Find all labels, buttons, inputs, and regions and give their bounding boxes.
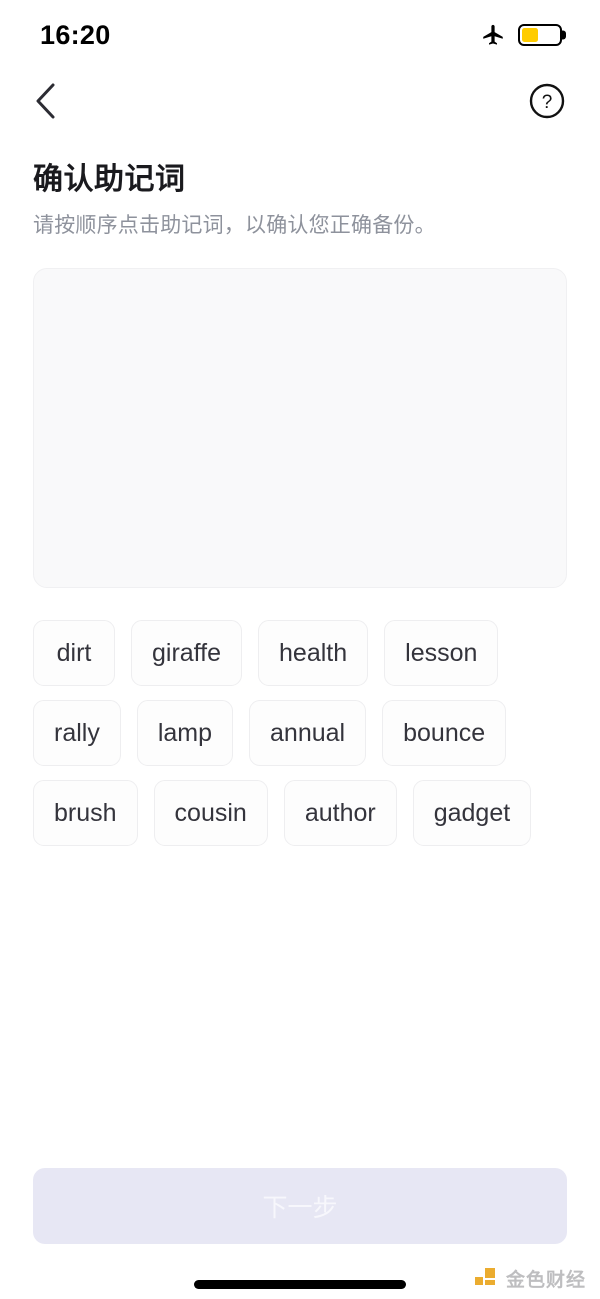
word-bank: dirt giraffe health lesson rally lamp annual bo… <box>33 620 567 847</box>
back-button[interactable] <box>33 79 77 123</box>
page-subtitle: 请按顺序点击助记词，以确认您正确备份。 <box>33 214 436 237</box>
selected-words-panel[interactable] <box>33 268 567 589</box>
status-time: 16:20 <box>40 19 111 50</box>
battery-icon <box>518 24 566 46</box>
header-block: 确认助记词 请按顺序点击助记词，以确认您正确备份。 <box>0 132 600 240</box>
chevron-left-icon <box>36 83 55 119</box>
word-chip[interactable]: brush <box>33 780 138 847</box>
airplane-mode-icon <box>483 24 503 45</box>
word-chip[interactable]: gadget <box>412 780 532 847</box>
word-chip[interactable]: lesson <box>384 620 499 687</box>
help-button[interactable]: ? <box>527 81 567 121</box>
next-button[interactable]: 下一步 <box>33 1168 567 1244</box>
word-chip[interactable]: health <box>258 620 369 687</box>
svg-text:?: ? <box>542 92 553 113</box>
battery-nub <box>562 30 566 40</box>
word-chip[interactable]: author <box>283 780 397 847</box>
status-bar: 16:20 <box>0 0 600 70</box>
question-mark-circle-icon: ? <box>529 83 565 119</box>
home-indicator <box>194 1280 406 1289</box>
word-chip[interactable]: lamp <box>136 700 234 767</box>
jinse-logo-icon <box>474 1267 495 1285</box>
word-chip[interactable]: cousin <box>153 780 268 847</box>
status-indicators <box>480 22 566 48</box>
navigation-bar: ? <box>0 70 600 132</box>
word-chip[interactable]: bounce <box>382 700 507 767</box>
word-chip[interactable]: giraffe <box>131 620 243 687</box>
page-title: 确认助记词 <box>33 163 186 196</box>
word-chip[interactable]: dirt <box>33 620 115 687</box>
watermark: 金色财经 <box>474 1265 586 1292</box>
battery-fill <box>522 28 539 42</box>
word-chip[interactable]: rally <box>33 700 121 767</box>
word-chip[interactable]: annual <box>249 700 367 767</box>
watermark-text: 金色财经 <box>505 1270 586 1291</box>
